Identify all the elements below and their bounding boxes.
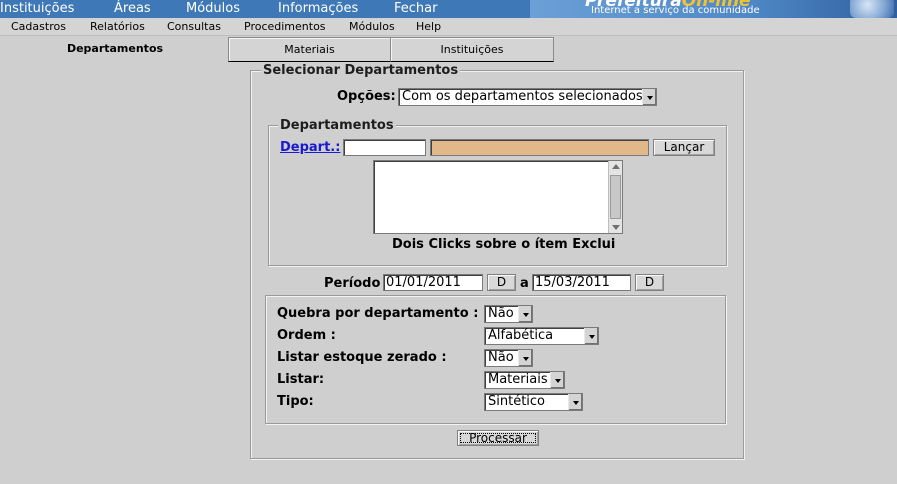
menu-consultas[interactable]: Consultas: [167, 20, 221, 33]
tipo-label: Tipo:: [277, 394, 314, 409]
top-menu-instituicoes[interactable]: Instituições: [0, 0, 74, 18]
scroll-up-icon[interactable]: [612, 164, 620, 169]
ordem-select-value: Alfabética: [488, 328, 554, 343]
departamentos-listbox[interactable]: [373, 160, 623, 234]
top-menu-modulos[interactable]: Módulos: [186, 0, 240, 18]
menu-modulos[interactable]: Módulos: [349, 20, 395, 33]
menu-cadastros[interactable]: Cadastros: [11, 20, 66, 33]
tipo-select[interactable]: Sintético: [484, 393, 583, 411]
ordem-select[interactable]: Alfabética: [484, 327, 599, 345]
depart-code-input[interactable]: [343, 139, 426, 156]
chevron-down-icon: [518, 350, 532, 366]
depart-link[interactable]: Depart.:: [280, 140, 340, 155]
opcoes-label: Opções:: [337, 89, 396, 104]
chevron-down-icon: [584, 328, 598, 344]
processar-button[interactable]: Processar: [457, 430, 539, 446]
chevron-down-icon: [518, 306, 532, 322]
selecionar-departamentos-legend: Selecionar Departamentos: [261, 63, 461, 78]
periodo-end-input[interactable]: 15/03/2011: [532, 274, 631, 291]
quebra-select[interactable]: Não: [484, 305, 533, 323]
menu-help[interactable]: Help: [416, 20, 441, 33]
tab-instituicoes[interactable]: Instituições: [390, 37, 554, 62]
top-menu-informacoes[interactable]: Informações: [278, 0, 358, 18]
tab-departamentos[interactable]: Departamentos: [2, 37, 228, 62]
quebra-select-value: Não: [488, 306, 514, 321]
menu-bar: Cadastros Relatórios Consultas Procedime…: [0, 18, 897, 36]
lancar-button[interactable]: Lançar: [653, 139, 715, 156]
listar-label: Listar:: [277, 372, 325, 387]
listar-select-value: Materiais: [488, 372, 548, 387]
estoque-label: Listar estoque zerado :: [277, 350, 447, 365]
ordem-label: Ordem :: [277, 328, 336, 343]
tipo-select-value: Sintético: [488, 394, 546, 409]
globe-icon: [850, 0, 894, 18]
periodo-label: Período: [324, 276, 381, 291]
brand-logo: PrefeituraOn-line Internet a serviço da …: [530, 0, 897, 18]
listbox-hint: Dois Clicks sobre o ítem Exclui: [392, 237, 616, 252]
opcoes-select[interactable]: Com os departamentos selecionados: [398, 88, 657, 106]
periodo-start-input[interactable]: 01/01/2011: [383, 274, 483, 291]
scroll-thumb[interactable]: [610, 175, 621, 219]
tab-materiais[interactable]: Materiais: [228, 37, 391, 62]
estoque-select-value: Não: [488, 350, 514, 365]
depart-name-field: [430, 139, 649, 156]
estoque-select[interactable]: Não: [484, 349, 533, 367]
menu-procedimentos[interactable]: Procedimentos: [244, 20, 326, 33]
top-banner: Instituições Áreas Módulos Informações F…: [0, 0, 897, 18]
chevron-down-icon: [642, 89, 656, 105]
listar-select[interactable]: Materiais: [484, 371, 565, 389]
opcoes-select-value: Com os departamentos selecionados: [402, 89, 643, 104]
quebra-label: Quebra por departamento :: [277, 306, 479, 321]
menu-relatorios[interactable]: Relatórios: [90, 20, 145, 33]
brand-tagline: Internet a serviço da comunidade: [591, 5, 760, 16]
top-menu-fechar[interactable]: Fechar: [394, 0, 437, 18]
periodo-end-d-button[interactable]: D: [635, 274, 664, 291]
chevron-down-icon: [568, 394, 582, 410]
listbox-scrollbar[interactable]: [608, 161, 622, 233]
periodo-start-d-button[interactable]: D: [487, 274, 516, 291]
periodo-separator: a: [520, 276, 529, 291]
chevron-down-icon: [550, 372, 564, 388]
departamentos-legend: Departamentos: [278, 118, 396, 133]
top-menu-areas[interactable]: Áreas: [114, 0, 151, 18]
scroll-down-icon[interactable]: [612, 225, 620, 230]
